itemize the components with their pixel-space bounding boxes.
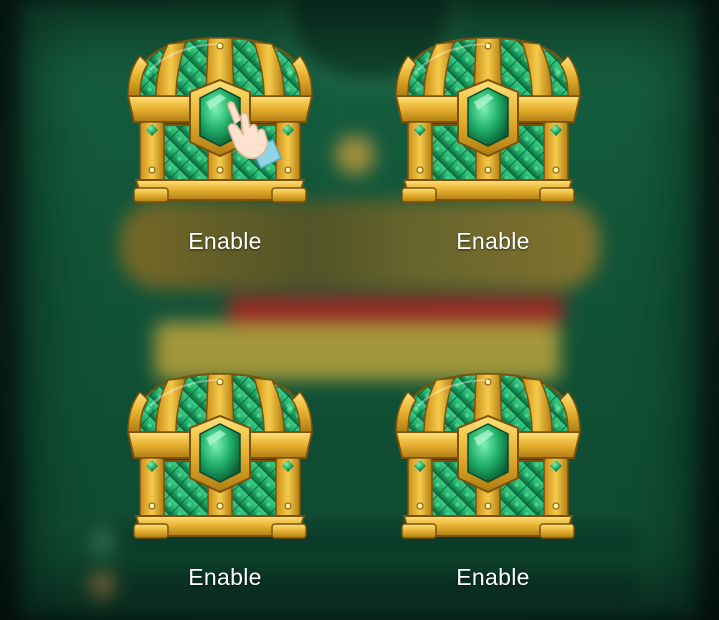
treasure-chest-icon[interactable] — [120, 30, 320, 205]
game-screen: Enable Enable Enable Enable — [0, 0, 719, 620]
chest-label[interactable]: Enable — [388, 228, 598, 255]
chest-label[interactable]: Enable — [388, 564, 598, 591]
dim-overlay — [0, 0, 719, 620]
treasure-chest-icon[interactable] — [388, 366, 588, 541]
chest-label[interactable]: Enable — [120, 564, 330, 591]
treasure-chest-icon[interactable] — [120, 366, 320, 541]
chest-slot-1[interactable]: Enable — [120, 30, 320, 280]
chest-slot-2[interactable]: Enable — [388, 30, 588, 280]
chest-slot-4[interactable]: Enable — [388, 366, 588, 616]
chest-slot-3[interactable]: Enable — [120, 366, 320, 616]
treasure-chest-icon[interactable] — [388, 30, 588, 205]
chest-label[interactable]: Enable — [120, 228, 330, 255]
